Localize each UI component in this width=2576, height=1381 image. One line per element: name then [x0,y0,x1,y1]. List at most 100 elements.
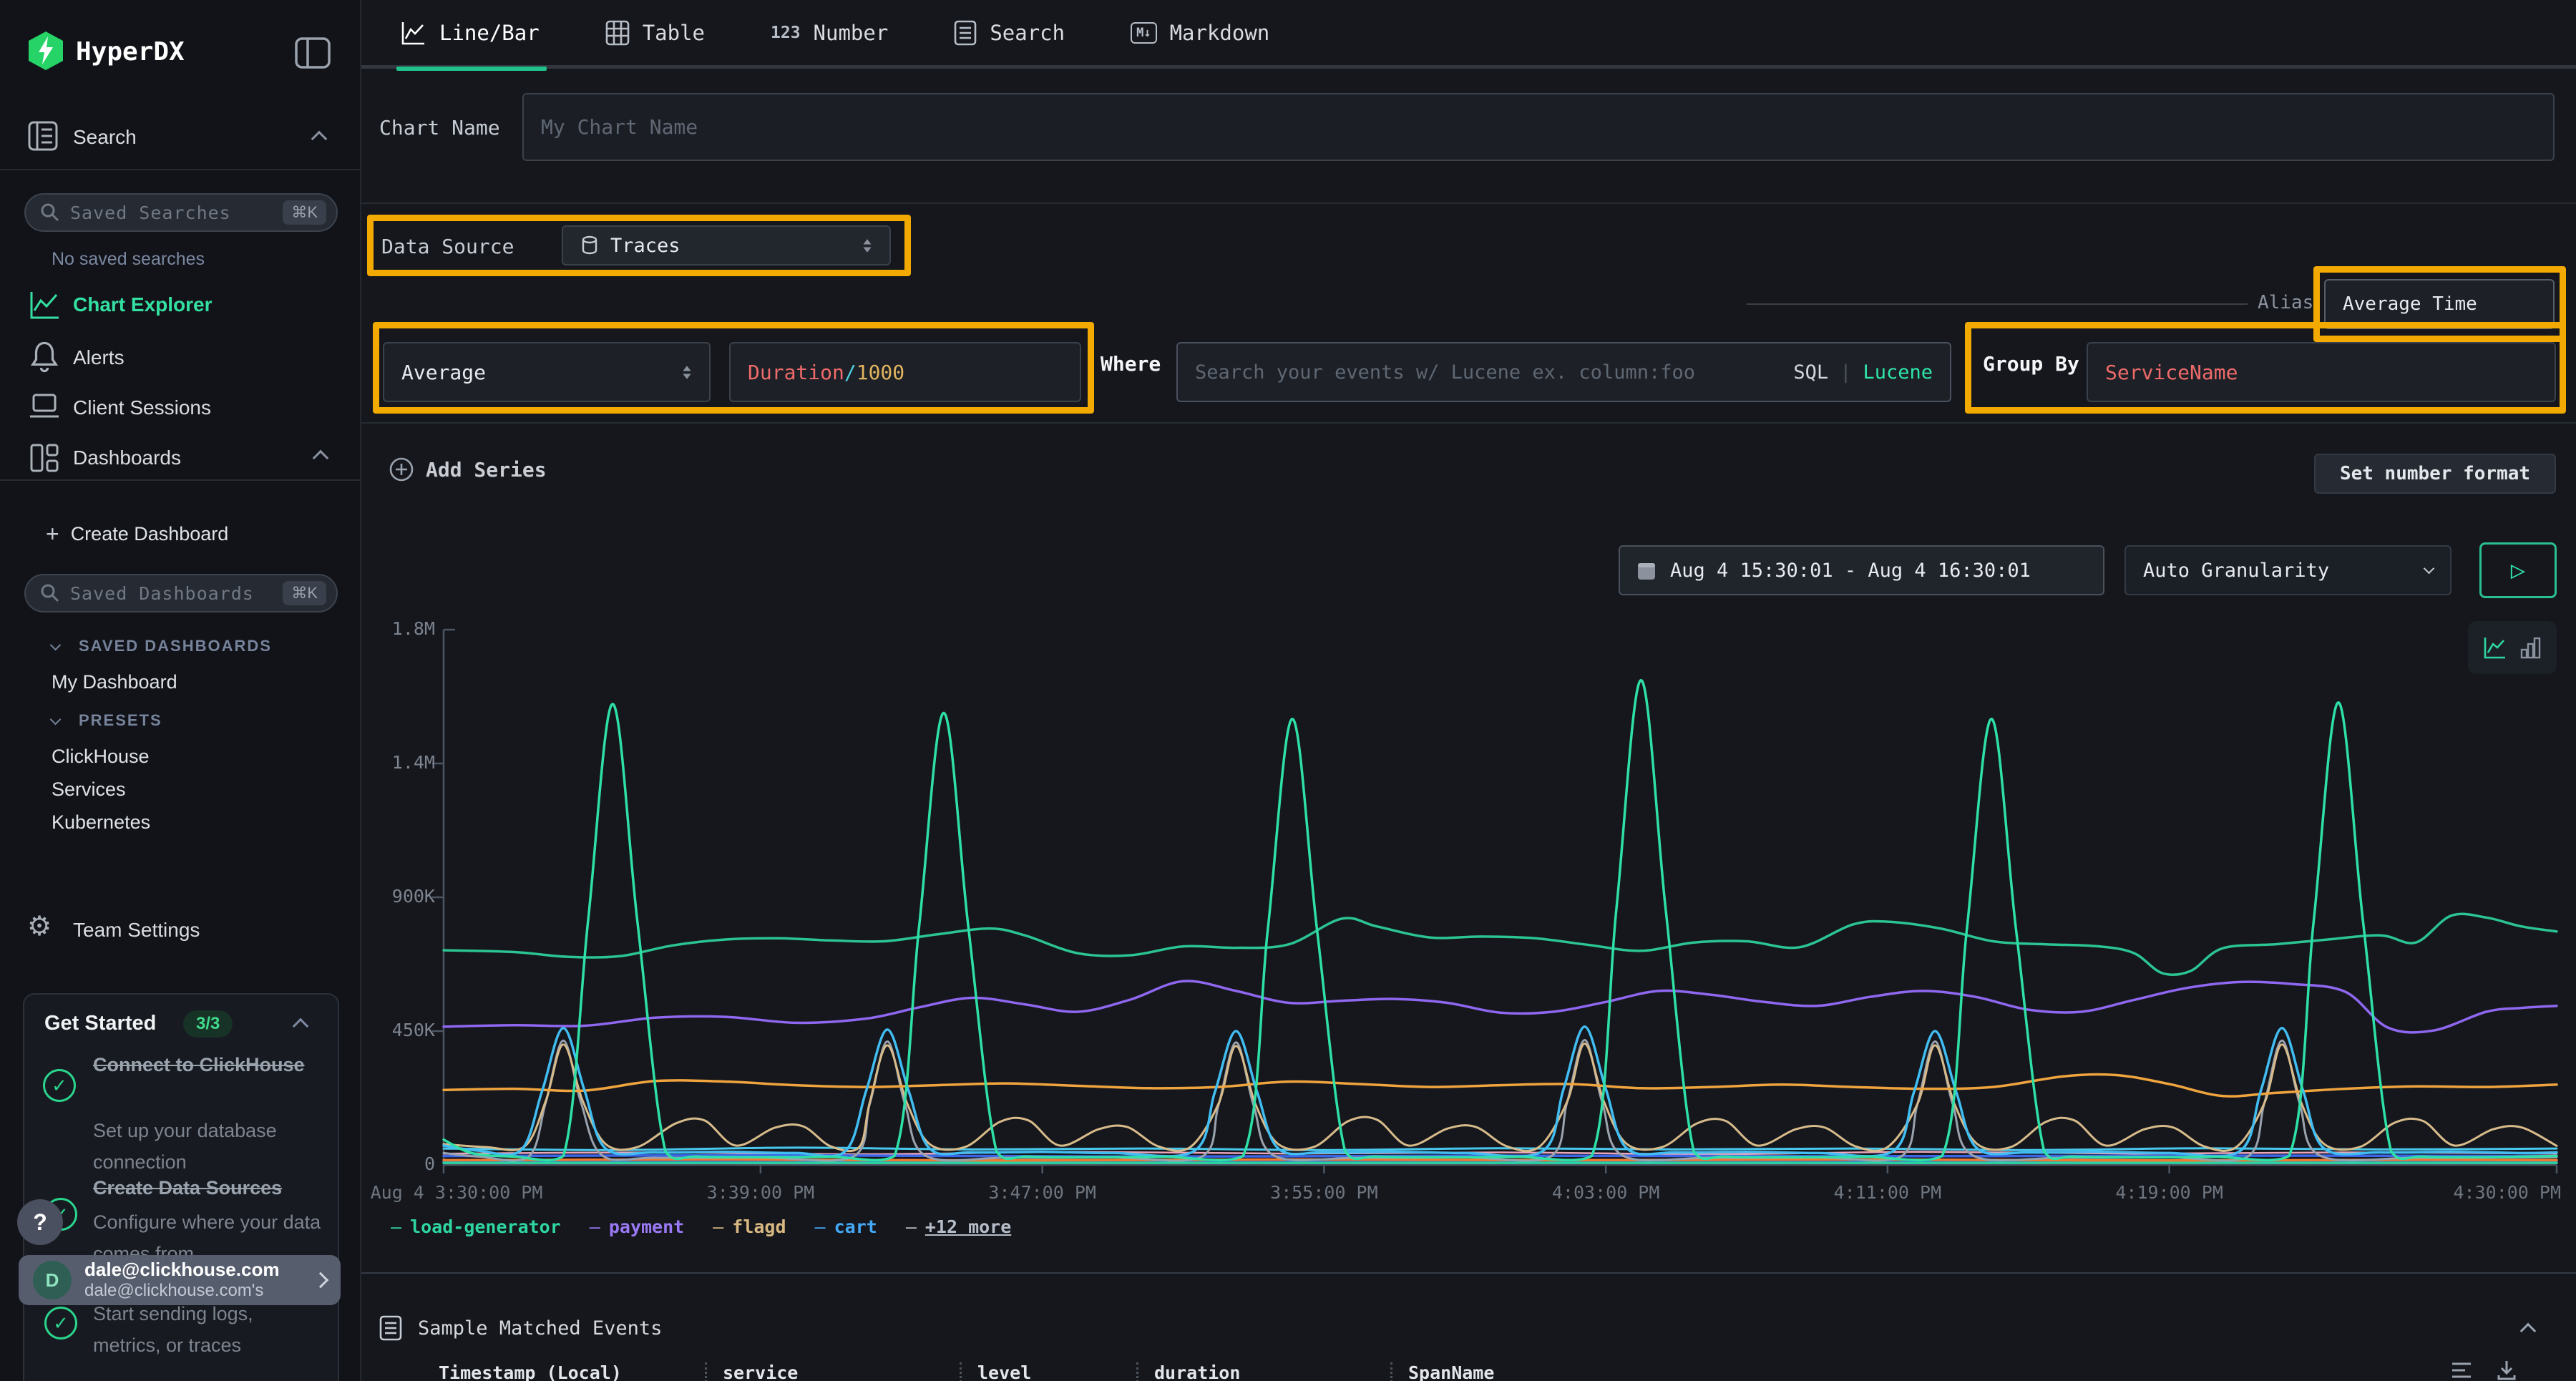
saved-dashboards-input[interactable]: Saved Dashboards ⌘K [24,574,338,613]
plus-circle-icon [389,457,414,482]
set-number-format-button[interactable]: Set number format [2314,454,2556,494]
x-tick-label: 4:19:00 PM [2115,1182,2223,1203]
expression-input[interactable]: Duration/1000 [729,342,1081,402]
tab-search[interactable]: Search [954,0,1065,67]
table-icon [605,20,630,46]
legend-item-cart[interactable]: —cart [815,1216,877,1237]
search-section-icon [27,120,59,152]
series-cart [444,1027,2557,1156]
tab-line-bar[interactable]: Line/Bar [401,0,540,67]
legend-item-flagd[interactable]: —flagd [713,1216,786,1237]
where-label: Where [1101,352,1161,376]
sample-events-header[interactable]: Sample Matched Events [379,1315,662,1341]
chevron-up-icon[interactable] [293,1018,309,1035]
column-header-level[interactable]: level [960,1362,1136,1381]
legend-dash-icon: — [391,1216,401,1237]
legend-item--12-more[interactable]: —+12 more [906,1216,1011,1237]
search-icon [40,583,60,603]
sidebar-item-my-dashboard[interactable]: My Dashboard [52,671,177,693]
search-icon [40,202,60,223]
chevron-down-icon [2424,562,2435,574]
presets-header[interactable]: PRESETS [79,711,162,730]
tab-table[interactable]: Table [605,0,705,67]
column-header-duration[interactable]: duration [1136,1362,1390,1381]
line-chart-icon [401,20,426,46]
chevron-right-icon [313,1272,329,1289]
column-header-timestamp-local-[interactable]: Timestamp (Local) [439,1362,705,1381]
y-tick-label: 1.4M [367,752,435,773]
saved-searches-input[interactable]: Saved Searches ⌘K [24,193,338,232]
active-tab-underline [396,67,547,71]
where-search-input[interactable]: Search your events w/ Lucene ex. column:… [1176,342,1951,402]
sidebar-collapse-icon[interactable] [295,37,331,69]
run-query-button[interactable]: ▷ [2479,542,2557,598]
create-dashboard-button[interactable]: + Create Dashboard [46,521,228,547]
aggregation-select[interactable]: Average [383,342,711,402]
search-doc-icon [954,20,977,46]
granularity-select[interactable]: Auto Granularity [2124,545,2451,595]
data-source-select[interactable]: Traces [562,225,891,265]
x-tick-label: 3:55:00 PM [1270,1182,1378,1203]
database-icon [580,235,599,255]
chart-name-placeholder: My Chart Name [541,115,698,139]
column-separator[interactable] [705,1362,707,1381]
saved-searches-placeholder: Saved Searches [70,202,231,223]
series-payment [444,981,2557,1033]
help-button[interactable]: ? [17,1199,63,1245]
user-email: dale@clickhouse.com [84,1259,302,1281]
chevron-down-icon[interactable] [50,640,62,651]
sidebar-item-services[interactable]: Services [52,779,126,801]
chevron-down-icon[interactable] [50,714,62,726]
tab-markdown[interactable]: M↓ Markdown [1131,0,1269,67]
sidebar-item-chart-explorer[interactable]: Chart Explorer [73,293,213,316]
sidebar-item-dashboards[interactable]: Dashboards [73,446,181,469]
group-by-input[interactable]: ServiceName [2087,342,2556,402]
download-icon[interactable] [2497,1360,2517,1381]
chevron-up-icon[interactable] [311,131,328,147]
chart-type-tabbar: Line/Bar Table 123 Number [361,0,2576,69]
select-chevrons-icon [683,366,691,379]
collapse-section-icon[interactable] [2520,1323,2537,1339]
chart-canvas [429,615,2571,1188]
column-separator[interactable] [1136,1362,1138,1381]
chevron-up-icon[interactable] [313,450,329,467]
saved-dashboards-header[interactable]: SAVED DASHBOARDS [79,637,272,655]
chart-name-input[interactable]: My Chart Name [522,93,2555,161]
y-tick-label: 1.8M [367,618,435,639]
get-started-title: Get Started [44,1012,156,1035]
x-tick-label: 4:30:00 PM [2453,1182,2561,1203]
series-flagd [444,1044,2557,1151]
column-options-icon[interactable] [2451,1360,2472,1380]
column-header-service[interactable]: service [705,1362,960,1381]
sidebar-item-alerts[interactable]: Alerts [73,346,125,369]
group-by-label: Group By [1983,352,2079,376]
sidebar-item-team-settings[interactable]: Team Settings [73,919,200,942]
sidebar-item-kubernetes[interactable]: Kubernetes [52,811,150,834]
sidebar-item-client-sessions[interactable]: Client Sessions [73,396,211,419]
step-subtitle: Start sending logs, metrics, or traces [93,1298,322,1361]
legend-item-load-generator[interactable]: —load-generator [391,1216,561,1237]
get-started-badge: 3/3 [183,1010,233,1038]
user-menu[interactable]: D dale@clickhouse.com dale@clickhouse.co… [19,1255,341,1305]
step-subtitle: Set up your database connection [93,1115,322,1178]
column-header-spanname[interactable]: SpanName [1390,1362,1691,1381]
sidebar-item-clickhouse[interactable]: ClickHouse [52,746,150,768]
where-placeholder: Search your events w/ Lucene ex. column:… [1195,361,1695,384]
get-started-card: Get Started 3/3 ✓ Connect to ClickHouse … [23,993,339,1381]
timeseries-chart[interactable]: 0450K900K1.4M1.8M Aug 4 3:30:00 PM3:39:0… [361,615,2576,1238]
legend-dash-icon: — [713,1216,723,1237]
time-range-picker[interactable]: Aug 4 15:30:01 - Aug 4 16:30:01 [1619,545,2104,595]
main-content: Line/Bar Table 123 Number [361,0,2576,1381]
sql-toggle[interactable]: SQL [1793,361,1828,384]
column-separator[interactable] [1390,1362,1392,1381]
legend-item-payment[interactable]: —payment [590,1216,684,1237]
x-tick-label: 3:47:00 PM [988,1182,1096,1203]
kbd-shortcut: ⌘K [283,200,326,225]
x-tick-label: 3:39:00 PM [707,1182,815,1203]
lucene-toggle[interactable]: Lucene [1863,361,1933,384]
add-series-button[interactable]: Add Series [389,457,547,482]
tab-number[interactable]: 123 Number [771,0,888,67]
calendar-icon [1637,560,1656,580]
column-separator[interactable] [960,1362,962,1381]
sidebar-item-search[interactable]: Search [73,126,137,149]
